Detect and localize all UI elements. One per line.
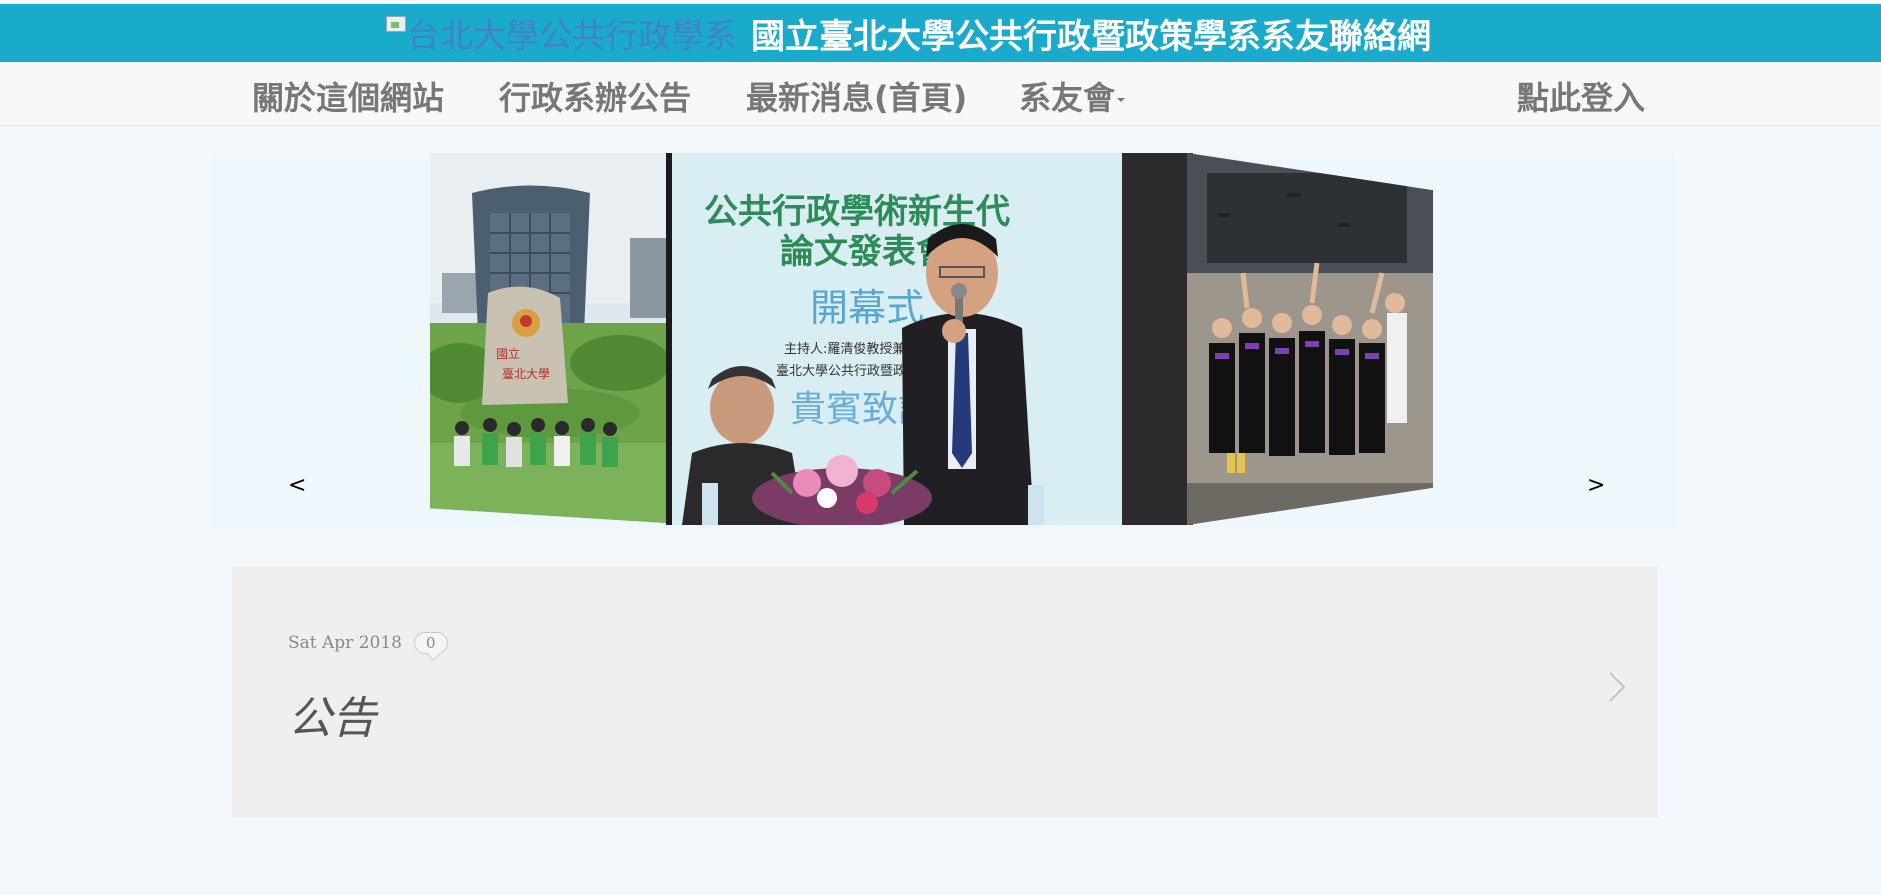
nav-item-alumni-dropdown[interactable]: 系友會 <box>1019 73 1126 119</box>
carousel-slide-graduation[interactable] <box>1187 153 1433 525</box>
graduation-photo <box>1187 153 1433 525</box>
carousel-next-button[interactable]: > <box>1587 473 1605 498</box>
post-card[interactable]: Sat Apr 2018 0 公告 <box>232 566 1658 818</box>
site-logo[interactable]: 台北大學公共行政學系 <box>386 9 737 57</box>
header-inner: 台北大學公共行政學系 國立臺北大學公共行政暨政策學系系友聯絡網 <box>386 4 1431 62</box>
campus-photo: 國立 臺北大學 <box>430 153 666 523</box>
comment-count-badge[interactable]: 0 <box>413 632 448 654</box>
banner-line2: 論文發表會 <box>780 232 951 272</box>
banner-line4: 主持人:羅清俊教授兼系 <box>784 341 918 357</box>
svg-text:臺北大學: 臺北大學 <box>502 366 550 381</box>
nav-item-news-home[interactable]: 最新消息(首頁) <box>746 73 967 119</box>
nav-item-announcements[interactable]: 行政系辦公告 <box>499 73 691 119</box>
conference-photo: 公共行政學術新生代 論文發表會 開幕式 主持人:羅清俊教授兼系 臺北大學公共行政… <box>672 153 1192 525</box>
site-header: 台北大學公共行政學系 國立臺北大學公共行政暨政策學系系友聯絡網 <box>0 4 1881 62</box>
carousel-slide-campus[interactable]: 國立 臺北大學 <box>430 153 666 523</box>
carousel-prev-button[interactable]: < <box>288 473 306 498</box>
svg-text:國立: 國立 <box>496 346 520 361</box>
caret-down-icon <box>1117 98 1126 102</box>
image-carousel: 國立 臺北大學 公共行政學術新生代 論文發表會 開幕式 主持人:羅清俊教授兼系 … <box>212 153 1675 528</box>
post-meta: Sat Apr 2018 0 <box>288 632 448 654</box>
nav-item-about[interactable]: 關於這個網站 <box>252 73 444 119</box>
banner-line3: 開幕式 <box>810 286 924 330</box>
nav-item-alumni-label: 系友會 <box>1019 79 1116 117</box>
carousel-slide-conference[interactable]: 公共行政學術新生代 論文發表會 開幕式 主持人:羅清俊教授兼系 臺北大學公共行政… <box>672 153 1192 525</box>
chevron-right-icon[interactable] <box>1606 670 1628 704</box>
broken-image-icon <box>386 16 406 32</box>
logo-alt-text: 台北大學公共行政學系 <box>407 16 737 55</box>
post-date: Sat Apr 2018 <box>288 633 402 653</box>
site-title[interactable]: 國立臺北大學公共行政暨政策學系系友聯絡網 <box>751 9 1431 58</box>
main-nav: 關於這個網站 行政系辦公告 最新消息(首頁) 系友會 點此登入 <box>0 62 1881 126</box>
login-link[interactable]: 點此登入 <box>1517 73 1645 119</box>
post-title[interactable]: 公告 <box>288 682 376 746</box>
banner-line5: 臺北大學公共行政暨政 <box>776 364 906 379</box>
